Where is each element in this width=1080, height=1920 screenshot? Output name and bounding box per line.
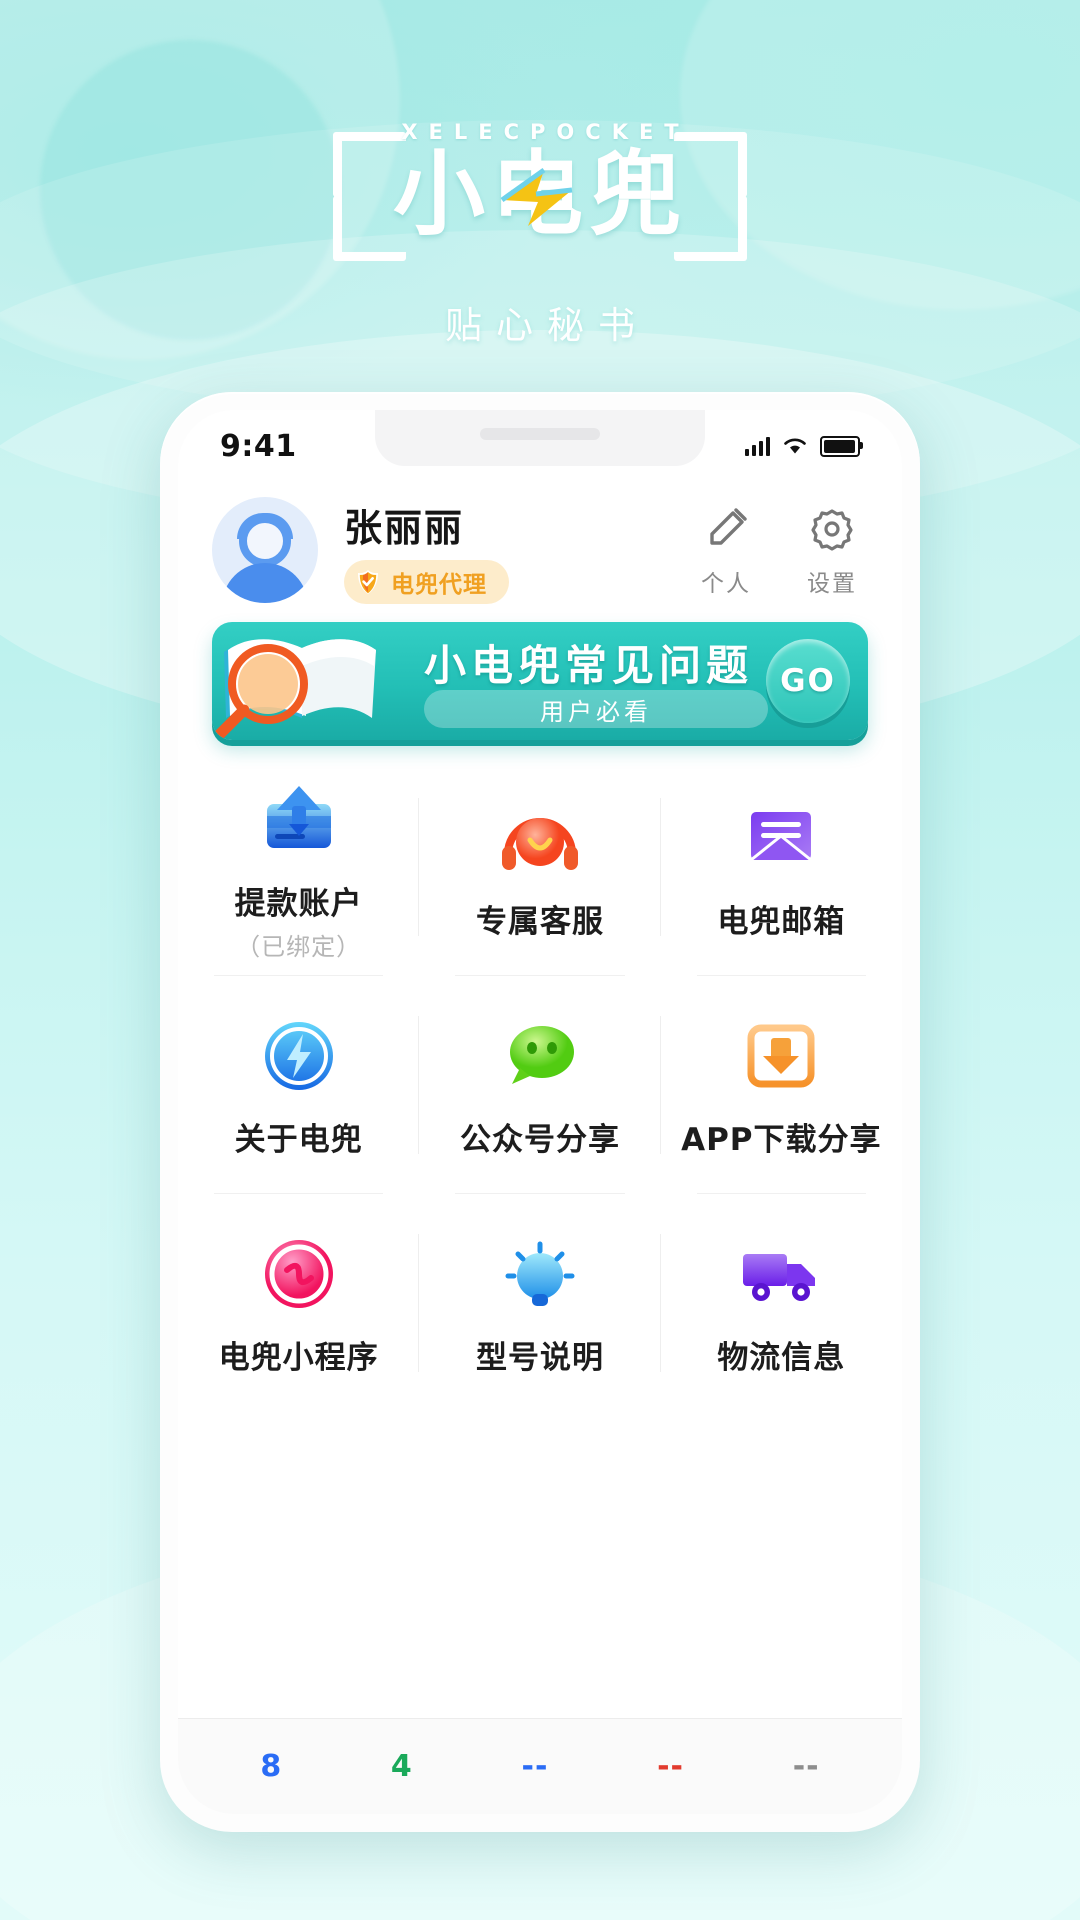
signal-bars-icon xyxy=(745,436,770,456)
grid-item-label: 关于电兜 xyxy=(234,1121,363,1158)
grid-item-label: 电兜邮箱 xyxy=(717,903,846,940)
grid-item-sublabel: （已绑定） xyxy=(236,933,362,961)
settings-label: 设置 xyxy=(807,570,857,597)
grid-item-label: 型号说明 xyxy=(475,1339,604,1376)
grid-item-label: APP下载分享 xyxy=(681,1121,882,1158)
about-bolt-icon xyxy=(251,1008,347,1104)
footer-indicator-bar: 8 4 -- -- -- xyxy=(178,1718,902,1814)
banner-title: 小电兜常见问题 xyxy=(424,641,754,690)
banner-subtitle: 用户必看 xyxy=(540,697,652,726)
grid-item-wechat-share[interactable]: 公众号分享 xyxy=(419,976,661,1194)
magnifier-book-icon xyxy=(212,639,376,738)
grid-item-about[interactable]: 关于电兜 xyxy=(178,976,420,1194)
avatar[interactable] xyxy=(212,497,318,603)
app-promo-screen: XELECPOCKET 小电兜 贴心秘书 9:41 xyxy=(0,0,1080,1920)
pencil-icon xyxy=(710,507,747,545)
hero-tagline: 贴心秘书 xyxy=(445,304,649,347)
footer-indicator[interactable]: 8 xyxy=(260,1749,282,1784)
gear-icon xyxy=(811,508,853,551)
brand-logo: XELECPOCKET 小电兜 xyxy=(0,118,1080,278)
profile-edit-button[interactable]: 个人 xyxy=(700,503,752,598)
settings-button[interactable]: 设置 xyxy=(806,503,858,598)
banner-subtitle-pill: 用户必看 xyxy=(424,690,768,728)
phone-mockup: 9:41 张丽丽 电兜代理 个人 设置 小电兜常见问题 用户必看 GO 提款账户… xyxy=(160,392,920,1832)
banner-go-button[interactable]: GO xyxy=(766,639,850,723)
grid-item-label: 公众号分享 xyxy=(459,1121,620,1158)
wechat-bubble-icon xyxy=(492,1008,588,1104)
headset-support-icon xyxy=(492,790,588,886)
lightbulb-icon xyxy=(492,1226,588,1322)
grid-item-app-download[interactable]: APP下载分享 xyxy=(661,976,902,1194)
feature-grid: 提款账户 （已绑定） 专属客服 电兜邮箱 关于电兜 公众号分享 APP下载分享 … xyxy=(178,758,902,1412)
grid-item-label: 物流信息 xyxy=(717,1339,846,1376)
badge-label: 电兜代理 xyxy=(391,571,487,598)
grid-item-mailbox[interactable]: 电兜邮箱 xyxy=(661,758,902,976)
grid-item-miniprogram[interactable]: 电兜小程序 xyxy=(178,1194,420,1412)
status-bar: 9:41 xyxy=(178,410,902,482)
banner-go-label: GO xyxy=(780,663,836,699)
grid-item-withdraw-account[interactable]: 提款账户 （已绑定） xyxy=(178,758,420,976)
user-name: 张丽丽 xyxy=(344,505,465,550)
truck-logistics-icon xyxy=(733,1226,829,1322)
grid-item-label: 专属客服 xyxy=(475,903,604,940)
mail-envelope-icon xyxy=(733,790,829,886)
grid-item-customer-service[interactable]: 专属客服 xyxy=(419,758,661,976)
footer-indicator[interactable]: 4 xyxy=(391,1749,413,1784)
withdraw-account-icon xyxy=(251,772,347,868)
grid-item-model-info[interactable]: 型号说明 xyxy=(419,1194,661,1412)
verified-shield-icon xyxy=(358,569,378,594)
footer-indicator[interactable]: -- xyxy=(522,1749,549,1784)
profile-edit-label: 个人 xyxy=(701,570,751,597)
app-download-icon xyxy=(733,1008,829,1104)
faq-banner[interactable]: 小电兜常见问题 用户必看 GO xyxy=(212,622,868,740)
grid-item-logistics[interactable]: 物流信息 xyxy=(661,1194,902,1412)
miniprogram-icon xyxy=(251,1226,347,1322)
grid-item-label: 提款账户 xyxy=(234,886,363,922)
status-time: 9:41 xyxy=(220,428,297,464)
wifi-icon xyxy=(784,438,806,454)
footer-indicator[interactable]: -- xyxy=(657,1749,684,1784)
avatar-head xyxy=(239,515,291,567)
battery-icon xyxy=(820,435,863,457)
grid-item-label: 电兜小程序 xyxy=(218,1339,379,1376)
status-badge: 电兜代理 xyxy=(344,559,509,604)
lightning-bolt-icon xyxy=(500,167,573,226)
avatar-body xyxy=(222,563,308,603)
profile-header[interactable]: 张丽丽 电兜代理 个人 设置 xyxy=(178,488,902,612)
phone-screen: 9:41 张丽丽 电兜代理 个人 设置 小电兜常见问题 用户必看 GO 提款账户… xyxy=(178,410,902,1814)
footer-indicator[interactable]: -- xyxy=(793,1749,820,1784)
